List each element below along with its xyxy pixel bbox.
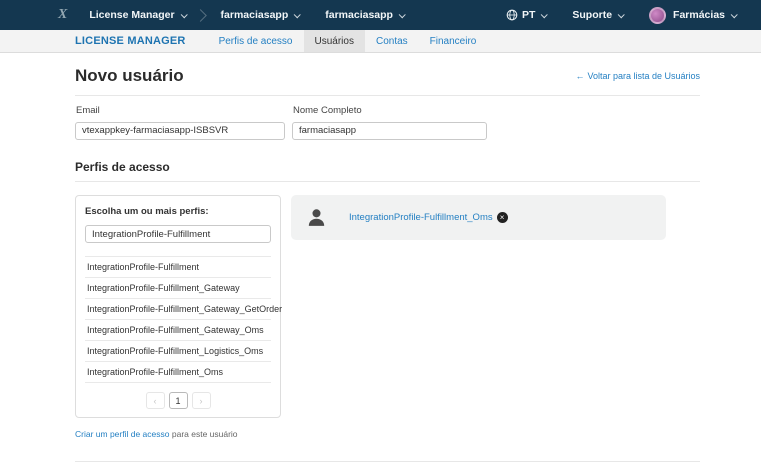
email-field[interactable]: [75, 122, 285, 140]
pagination: ‹ 1 ›: [85, 392, 271, 409]
chooser-label: Escolha um ou mais perfis:: [85, 206, 271, 217]
profiles-row: Escolha um ou mais perfis: IntegrationPr…: [75, 195, 700, 419]
chevron-down-icon: [294, 11, 301, 18]
tab-perfis-de-acesso[interactable]: Perfis de acesso: [208, 30, 304, 52]
email-group: Email: [75, 103, 285, 140]
title-row: Novo usuário ←Voltar para lista de Usuár…: [75, 53, 700, 96]
topbar-right: PT Suporte Farmácias: [506, 7, 736, 24]
tab-usuarios[interactable]: Usuários: [304, 30, 365, 52]
profiles-section-title: Perfis de acesso: [75, 160, 700, 182]
support-label: Suporte: [572, 9, 612, 21]
profile-option[interactable]: IntegrationProfile-Fulfillment: [85, 257, 271, 278]
user-form: Email Nome Completo: [75, 103, 700, 140]
chevron-down-icon: [541, 11, 548, 18]
back-arrow-icon: ←: [575, 71, 584, 81]
account-menu-label: farmaciasapp: [221, 9, 289, 21]
account-menu[interactable]: farmaciasapp: [221, 9, 300, 21]
chevron-down-icon: [618, 11, 625, 18]
app-menu-label: License Manager: [89, 9, 174, 21]
profile-option[interactable]: IntegrationProfile-Fulfillment_Oms: [85, 362, 271, 383]
main-content: Novo usuário ←Voltar para lista de Usuár…: [75, 53, 700, 463]
selected-profiles-panel: IntegrationProfile-Fulfillment_Oms ×: [291, 195, 666, 240]
subnav: LICENSE MANAGER Perfis de acesso Usuário…: [0, 30, 761, 53]
profile-option[interactable]: IntegrationProfile-Fulfillment_Gateway_O…: [85, 320, 271, 341]
breadcrumb-separator-icon: [194, 9, 207, 22]
language-menu[interactable]: PT: [506, 9, 546, 21]
profile-option[interactable]: IntegrationProfile-Fulfillment_Logistics…: [85, 341, 271, 362]
support-menu[interactable]: Suporte: [572, 9, 623, 21]
chevron-down-icon: [180, 11, 187, 18]
create-profile-suffix: para este usuário: [172, 429, 238, 439]
store-menu[interactable]: farmaciasapp: [325, 9, 404, 21]
license-manager-page: X License Manager farmaciasapp farmacias…: [0, 0, 761, 463]
profile-option[interactable]: IntegrationProfile-Fulfillment_Gateway_G…: [85, 299, 271, 320]
tab-financeiro[interactable]: Financeiro: [419, 30, 488, 52]
full-name-field[interactable]: [292, 122, 487, 140]
topbar: X License Manager farmaciasapp farmacias…: [0, 0, 761, 30]
store-menu-label: farmaciasapp: [325, 9, 393, 21]
language-label: PT: [522, 9, 535, 21]
user-icon: [306, 207, 327, 228]
full-name-label: Nome Completo: [293, 105, 487, 116]
pagination-next-button[interactable]: ›: [192, 392, 211, 409]
selected-profile-link[interactable]: IntegrationProfile-Fulfillment_Oms: [349, 212, 493, 223]
email-label: Email: [76, 105, 285, 116]
profile-option[interactable]: IntegrationProfile-Fulfillment_Gateway: [85, 278, 271, 299]
footer-divider: [75, 461, 700, 462]
tab-contas[interactable]: Contas: [365, 30, 419, 52]
chevron-down-icon: [731, 11, 738, 18]
user-menu[interactable]: Farmácias: [649, 7, 736, 24]
profile-chooser-box: Escolha um ou mais perfis: IntegrationPr…: [75, 195, 281, 419]
pagination-current-page[interactable]: 1: [169, 392, 188, 409]
vtex-logo-icon: X: [58, 7, 67, 23]
subnav-brand: LICENSE MANAGER: [75, 35, 186, 47]
globe-icon: [506, 9, 518, 21]
user-menu-label: Farmácias: [673, 9, 725, 21]
remove-profile-icon[interactable]: ×: [497, 212, 508, 223]
full-name-group: Nome Completo: [292, 103, 487, 140]
profile-option-list: IntegrationProfile-Fulfillment Integrati…: [85, 256, 271, 383]
pagination-prev-button[interactable]: ‹: [146, 392, 165, 409]
back-to-users-link[interactable]: ←Voltar para lista de Usuários: [575, 71, 700, 81]
avatar: [649, 7, 666, 24]
create-profile-link[interactable]: Criar um perfil de acesso: [75, 429, 169, 439]
chevron-down-icon: [399, 11, 406, 18]
back-link-label: Voltar para lista de Usuários: [587, 71, 700, 81]
app-menu[interactable]: License Manager: [89, 9, 185, 21]
profile-filter-input[interactable]: [85, 225, 271, 243]
create-profile-row: Criar um perfil de acesso para este usuá…: [75, 429, 700, 439]
